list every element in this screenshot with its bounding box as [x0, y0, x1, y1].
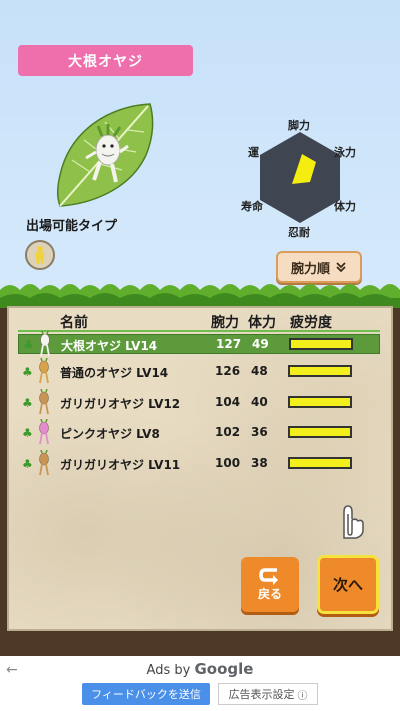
stat-label-endurance: 忍耐 [288, 226, 310, 239]
character-thumbnail-icon [39, 419, 49, 445]
info-icon: ⓘ [297, 690, 308, 702]
ad-feedback-button[interactable]: フィードバックを送信 [82, 683, 210, 705]
stat-label-swim: 泳力 [334, 146, 356, 159]
row-power: 102 [215, 425, 241, 439]
fatigue-bar [288, 396, 352, 408]
next-button[interactable]: 次へ [317, 555, 379, 614]
back-button-label: 戻る [257, 587, 282, 601]
next-button-label: 次へ [332, 576, 363, 594]
row-stamina: 36 [251, 425, 268, 439]
fatigue-bar [288, 365, 352, 377]
row-stamina: 48 [251, 364, 268, 378]
fatigue-bar-fill [290, 428, 350, 436]
ad-settings-label: 広告表示設定 [228, 688, 295, 701]
header-divider [18, 330, 380, 332]
header-fatigue: 疲労度 [290, 315, 332, 331]
double-chevron-down-icon [336, 262, 346, 273]
game-screen: 大根オヤジ 出場可能タイプ 脚力 泳力 体力 忍耐 寿命 運 腕力順 名前 腕力… [0, 0, 400, 656]
table-row[interactable]: ♣ ガリガリオヤジ LV12 104 40 [18, 389, 380, 415]
table-row[interactable]: ♣ 大根オヤジ LV14 127 49 [18, 331, 380, 357]
clover-icon: ♣ [22, 396, 33, 410]
row-name: ピンクオヤジ LV8 [60, 427, 160, 441]
ad-brand: Google [194, 660, 254, 678]
stat-label-lifespan: 寿命 [241, 200, 263, 213]
table-row[interactable]: ♣ ピンクオヤジ LV8 102 36 [18, 419, 380, 445]
clover-icon: ♣ [22, 426, 33, 440]
fatigue-bar-fill [290, 459, 350, 467]
fatigue-bar-fill [290, 398, 350, 406]
clover-icon: ♣ [23, 338, 34, 352]
clover-icon: ♣ [22, 365, 33, 379]
row-stamina: 38 [251, 456, 268, 470]
row-power: 100 [215, 456, 241, 470]
fatigue-bar [288, 426, 352, 438]
person-type-icon[interactable] [25, 240, 55, 270]
ad-attribution: Ads by Google [0, 660, 400, 678]
character-thumbnail-icon [39, 389, 49, 415]
fatigue-bar [288, 457, 352, 469]
header-power: 腕力 [211, 315, 239, 331]
back-button[interactable]: 戻る [241, 557, 299, 612]
character-name: 大根オヤジ [68, 53, 143, 70]
character-thumbnail-icon [40, 331, 50, 357]
stat-label-stamina: 体力 [334, 200, 356, 213]
pointing-hand-icon [343, 505, 364, 539]
table-row[interactable]: ♣ ガリガリオヤジ LV11 100 38 [18, 450, 380, 476]
character-thumbnail-icon [39, 358, 49, 384]
row-power: 127 [216, 337, 242, 351]
character-name-plate: 大根オヤジ [18, 45, 193, 76]
row-power: 126 [215, 364, 241, 378]
fatigue-bar-fill [290, 367, 350, 375]
clover-icon: ♣ [22, 457, 33, 471]
leaf-portrait [56, 103, 154, 207]
header-name: 名前 [60, 315, 88, 331]
row-stamina: 40 [251, 395, 268, 409]
table-row[interactable]: ♣ 普通のオヤジ LV14 126 48 [18, 358, 380, 384]
ad-prefix: Ads by [146, 663, 191, 678]
row-stamina: 49 [252, 337, 269, 351]
row-name: ガリガリオヤジ LV12 [60, 397, 181, 411]
character-thumbnail-icon [39, 450, 49, 476]
ad-feedback-label: フィードバックを送信 [91, 688, 201, 701]
row-name: ガリガリオヤジ LV11 [60, 458, 181, 472]
ad-settings-button[interactable]: 広告表示設定 ⓘ [218, 683, 318, 705]
row-name: 大根オヤジ LV14 [61, 339, 158, 353]
return-arrow-icon [259, 568, 278, 585]
row-name: 普通のオヤジ LV14 [60, 366, 169, 380]
stat-label-leg: 脚力 [288, 119, 310, 132]
available-type-label: 出場可能タイプ [26, 219, 118, 234]
sort-button-label: 腕力順 [290, 261, 330, 277]
header-stamina: 体力 [248, 315, 276, 331]
stat-label-luck: 運 [248, 146, 259, 159]
fatigue-bar-fill [291, 340, 351, 348]
fatigue-bar [289, 338, 353, 350]
grass-border [0, 284, 400, 308]
row-power: 104 [215, 395, 241, 409]
